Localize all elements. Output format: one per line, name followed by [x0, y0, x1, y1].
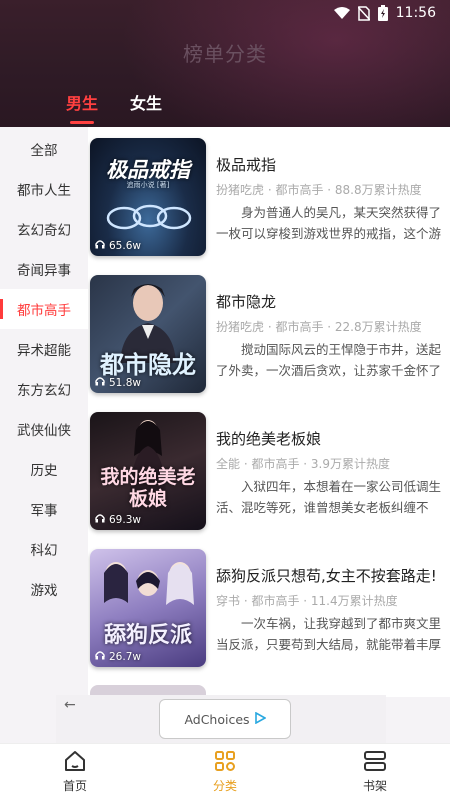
category-item-games[interactable]: 游戏: [0, 569, 88, 609]
adchoices-icon: [254, 711, 267, 727]
adchoices-button[interactable]: AdChoices: [159, 699, 291, 739]
gender-tabs: 男生 女生: [66, 90, 162, 124]
nav-home[interactable]: 首页: [0, 744, 150, 800]
book-description: 入狱四年，本想着在一家公司低调生活、混吃等死，谁曾想美女老板纠缠不断…: [216, 479, 442, 515]
book-description: 搅动国际风云的王悍隐于市井，送起了外卖，一次酒后贪欢，让苏家千金怀了孕…: [216, 342, 442, 378]
book-cover[interactable]: 都市隐龙 51.8w: [90, 275, 206, 393]
book-meta: 穿书 · 都市高手 · 11.4万累计热度: [216, 594, 398, 608]
cover-author: 追雨小说 [著]: [126, 181, 170, 189]
tab-male[interactable]: 男生: [66, 90, 98, 124]
book-item[interactable]: 我的绝美老板娘 69.3w 我的绝美老板娘 全能 · 都市高手 · 3.9万累计…: [90, 412, 446, 530]
wifi-icon: [333, 6, 350, 20]
category-icon: [213, 750, 237, 775]
page-title: 榜单分类: [183, 42, 267, 66]
header: 11:56 榜单分类 男生 女生: [0, 0, 450, 127]
category-item-military[interactable]: 军事: [0, 489, 88, 529]
tab-female[interactable]: 女生: [130, 90, 162, 124]
nav-bookshelf[interactable]: 书架: [300, 744, 450, 800]
book-item[interactable]: 舔狗反派 26.7w 舔狗反派只想苟,女主不按套路走! 穿书 · 都市高手 · …: [90, 549, 446, 667]
battery-charging-icon: [377, 5, 388, 21]
book-title[interactable]: 极品戒指: [216, 154, 276, 175]
category-item-wuxia[interactable]: 武侠仙侠: [0, 409, 88, 449]
category-sidebar: 全部 都市人生 玄幻奇幻 奇闻异事 都市高手 异术超能 东方玄幻 武侠仙侠 历史…: [0, 127, 88, 697]
category-item-urban-life[interactable]: 都市人生: [0, 169, 88, 209]
book-title[interactable]: 我的绝美老板娘: [216, 428, 321, 449]
bookshelf-icon: [363, 750, 387, 775]
ad-banner: ← AdChoices: [56, 695, 386, 743]
headphones-icon: [95, 650, 105, 663]
headphones-icon: [95, 376, 105, 389]
character-illustration: [104, 562, 194, 605]
book-list: 极品戒指 追雨小说 [著] 65.6w 极品戒指 扮猪吃虎 · 都市高手 · 8…: [88, 127, 450, 697]
book-item[interactable]: 都市隐龙 51.8w 都市隐龙 扮猪吃虎 · 都市高手 · 22.8万累计热度 …: [90, 275, 446, 393]
category-item-all[interactable]: 全部: [0, 129, 88, 169]
home-icon: [63, 750, 87, 775]
listen-count: 51.8w: [95, 376, 141, 389]
cover-title: 都市隐龙: [100, 351, 196, 379]
book-cover[interactable]: 极品戒指 追雨小说 [著] 65.6w: [90, 138, 206, 256]
book-cover[interactable]: 我的绝美老板娘 69.3w: [90, 412, 206, 530]
headphones-icon: [95, 239, 105, 252]
book-meta: 扮猪吃虎 · 都市高手 · 88.8万累计热度: [216, 183, 422, 197]
nav-category[interactable]: 分类: [150, 744, 300, 800]
category-item-strange-tales[interactable]: 奇闻异事: [0, 249, 88, 289]
status-bar: 11:56: [0, 0, 450, 26]
status-time: 11:56: [395, 5, 436, 21]
bottom-nav: 首页 分类 书架: [0, 743, 450, 800]
listen-count: 69.3w: [95, 513, 141, 526]
listen-count: 26.7w: [95, 650, 141, 663]
back-arrow-icon[interactable]: ←: [64, 697, 76, 713]
category-item-fantasy[interactable]: 玄幻奇幻: [0, 209, 88, 249]
listen-count: 65.6w: [95, 239, 141, 252]
category-item-history[interactable]: 历史: [0, 449, 88, 489]
book-description: 一次车祸，让我穿越到了都市爽文里当反派，只要苟到大结局，就能带着丰厚的…: [216, 616, 442, 652]
book-cover[interactable]: 舔狗反派 26.7w: [90, 549, 206, 667]
book-title[interactable]: 都市隐龙: [216, 291, 276, 312]
headphones-icon: [95, 513, 105, 526]
category-item-urban-master[interactable]: 都市高手: [0, 289, 88, 329]
book-item[interactable]: 极品戒指 追雨小说 [著] 65.6w 极品戒指 扮猪吃虎 · 都市高手 · 8…: [90, 138, 446, 256]
cover-title: 舔狗反派: [103, 623, 192, 648]
category-item-eastern-fantasy[interactable]: 东方玄幻: [0, 369, 88, 409]
book-title[interactable]: 舔狗反派只想苟,女主不按套路走!: [216, 565, 437, 586]
cover-title: 我的绝美老板娘: [100, 466, 196, 510]
book-description: 身为普通人的吴凡，某天突然获得了一枚可以穿梭到游戏世界的戒指，这个游戏…: [216, 205, 442, 241]
no-sim-icon: [357, 5, 370, 21]
book-meta: 扮猪吃虎 · 都市高手 · 22.8万累计热度: [216, 320, 422, 334]
rings-illustration: [106, 204, 192, 230]
category-item-supernatural[interactable]: 异术超能: [0, 329, 88, 369]
book-meta: 全能 · 都市高手 · 3.9万累计热度: [216, 457, 390, 471]
category-item-scifi[interactable]: 科幻: [0, 529, 88, 569]
